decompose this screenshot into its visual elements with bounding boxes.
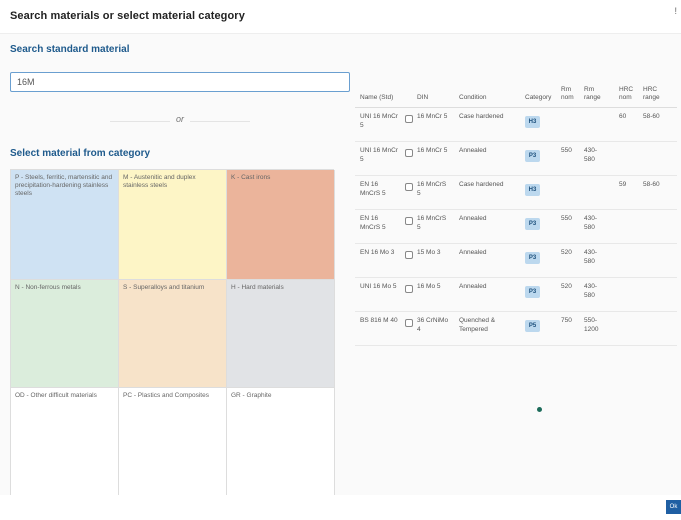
table-row[interactable]: EN 16 Mo 3 15 Mo 3 Annealed P3 520 430-580 <box>355 244 677 278</box>
table-row[interactable]: EN 16 MnCrS 5 16 MnCrS 5 Case hardened H3 59… <box>355 176 677 210</box>
table-row[interactable]: UNI 16 MnCr 5 16 MnCr 5 Case hardened H3 60 5… <box>355 108 677 142</box>
cell-din: 16 MnCr 5 <box>417 147 448 154</box>
category-badge: P3 <box>525 286 540 298</box>
search-section-title: Search standard material <box>10 44 130 55</box>
cell-condition: Annealed <box>459 215 487 222</box>
cell-hrc-range: 58-60 <box>643 181 660 188</box>
category-pc[interactable]: PC - Plastics and Composites <box>119 388 227 497</box>
cell-hrc-nom: 59 <box>619 181 627 188</box>
row-checkbox[interactable] <box>405 217 413 225</box>
category-k[interactable]: K - Cast irons <box>227 170 335 280</box>
header-hrc-nom[interactable]: HRC nom <box>619 86 635 102</box>
category-badge: P3 <box>525 150 540 162</box>
cell-condition: Annealed <box>459 249 487 256</box>
ok-button[interactable]: Ok <box>666 500 681 514</box>
category-m[interactable]: M - Austenitic and duplex stainless stee… <box>119 170 227 280</box>
cell-condition: Case hardened <box>459 113 504 120</box>
or-divider: or <box>10 114 350 128</box>
loading-dot <box>537 407 542 412</box>
dialog-header: Search materials or select material cate… <box>0 0 681 34</box>
header-rm-range[interactable]: Rm range <box>584 86 602 102</box>
row-checkbox[interactable] <box>405 319 413 327</box>
row-checkbox[interactable] <box>405 251 413 259</box>
category-badge: H3 <box>525 116 540 128</box>
category-s[interactable]: S - Superalloys and titanium <box>119 280 227 388</box>
header-rm-nom[interactable]: Rm nom <box>561 86 577 102</box>
cell-hrc-range: 58-60 <box>643 113 660 120</box>
cell-rm-range: 430-580 <box>584 147 598 163</box>
category-badge: P3 <box>525 252 540 264</box>
cell-rm-nom: 550 <box>561 147 572 154</box>
header-condition[interactable]: Condition <box>459 94 486 102</box>
category-od[interactable]: OD - Other difficult materials <box>11 388 119 497</box>
cell-din: 15 Mo 3 <box>417 249 441 256</box>
category-gr[interactable]: GR - Graphite <box>227 388 335 497</box>
table-row[interactable]: EN 16 MnCrS 5 16 MnCrS 5 Annealed P3 550 430-… <box>355 210 677 244</box>
results-table: Name (Std) DIN Condition Category Rm nom… <box>355 78 677 346</box>
cell-name: BS 816 M 40 <box>360 317 398 324</box>
category-badge: H3 <box>525 184 540 196</box>
dialog-body: Search standard material or Select mater… <box>0 34 681 497</box>
category-h[interactable]: H - Hard materials <box>227 280 335 388</box>
cell-rm-range: 430-580 <box>584 249 598 265</box>
close-icon[interactable]: ! <box>674 6 677 16</box>
dialog-title: Search materials or select material cate… <box>10 10 245 22</box>
search-input[interactable] <box>10 72 350 92</box>
cell-rm-nom: 750 <box>561 317 572 324</box>
cell-din: 16 Mo 5 <box>417 283 441 290</box>
table-header: Name (Std) DIN Condition Category Rm nom… <box>355 78 677 108</box>
header-category[interactable]: Category <box>525 94 551 102</box>
table-row[interactable]: BS 816 M 40 36 CrNiMo 4 Quenched & Tempere… <box>355 312 677 346</box>
row-checkbox[interactable] <box>405 115 413 123</box>
header-name[interactable]: Name (Std) <box>360 94 393 102</box>
cell-condition: Annealed <box>459 283 487 290</box>
cell-name: UNI 16 MnCr 5 <box>360 113 398 129</box>
row-checkbox[interactable] <box>405 149 413 157</box>
category-grid: P - Steels, ferritic, martensitic and pr… <box>10 169 335 497</box>
header-din[interactable]: DIN <box>417 94 428 102</box>
cell-name: EN 16 MnCrS 5 <box>360 215 386 231</box>
row-checkbox[interactable] <box>405 183 413 191</box>
cell-condition: Annealed <box>459 147 487 154</box>
cell-rm-nom: 520 <box>561 283 572 290</box>
cell-rm-range: 550-1200 <box>584 317 599 333</box>
left-pane: Search standard material or Select mater… <box>10 44 352 497</box>
cell-din: 36 CrNiMo 4 <box>417 317 449 333</box>
cell-condition: Quenched & Tempered <box>459 317 496 333</box>
table-row[interactable]: UNI 16 MnCr 5 16 MnCr 5 Annealed P3 550 430-5… <box>355 142 677 176</box>
cell-name: EN 16 MnCrS 5 <box>360 181 386 197</box>
cell-din: 16 MnCrS 5 <box>417 181 447 197</box>
row-checkbox[interactable] <box>405 285 413 293</box>
cell-name: EN 16 Mo 3 <box>360 249 395 256</box>
cell-din: 16 MnCrS 5 <box>417 215 447 231</box>
cell-rm-range: 430-580 <box>584 215 598 231</box>
cell-rm-nom: 550 <box>561 215 572 222</box>
cell-rm-range: 430-580 <box>584 283 598 299</box>
dialog-footer: Ok <box>0 495 681 520</box>
cell-hrc-nom: 60 <box>619 113 627 120</box>
category-badge: P3 <box>525 218 540 230</box>
table-body: UNI 16 MnCr 5 16 MnCr 5 Case hardened H3 60 5… <box>355 108 677 346</box>
cell-name: UNI 16 Mo 5 <box>360 283 397 290</box>
table-row[interactable]: UNI 16 Mo 5 16 Mo 5 Annealed P3 520 430-580 <box>355 278 677 312</box>
cell-rm-nom: 520 <box>561 249 572 256</box>
category-badge: P5 <box>525 320 540 332</box>
cell-name: UNI 16 MnCr 5 <box>360 147 398 163</box>
category-n[interactable]: N - Non-ferrous metals <box>11 280 119 388</box>
header-hrc-range[interactable]: HRC range <box>643 86 663 102</box>
cell-condition: Case hardened <box>459 181 504 188</box>
category-p[interactable]: P - Steels, ferritic, martensitic and pr… <box>11 170 119 280</box>
category-section-title: Select material from category <box>10 148 151 159</box>
cell-din: 16 MnCr 5 <box>417 113 448 120</box>
